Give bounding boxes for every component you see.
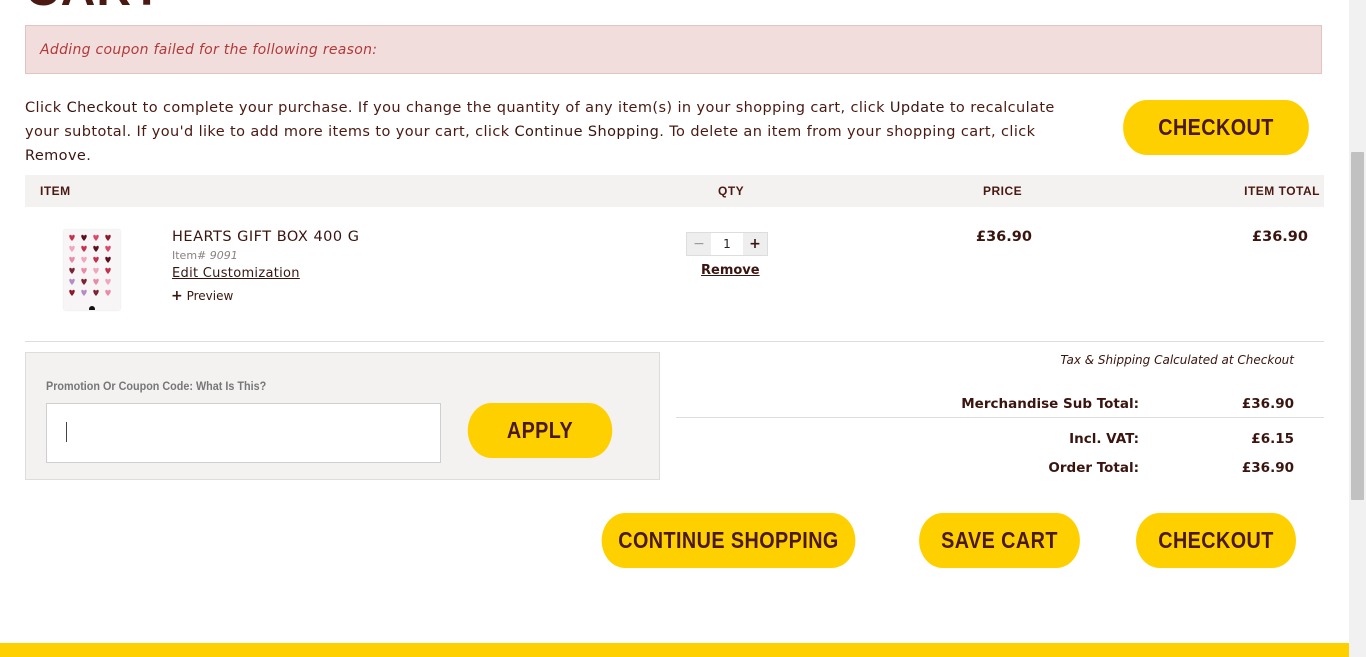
item-number: Item# 9091 (172, 249, 238, 262)
heart-shape (93, 267, 99, 274)
preview-toggle[interactable]: + Preview (171, 288, 233, 304)
heart-shape (93, 289, 99, 296)
instructions-text: Click (25, 100, 67, 116)
scrollbar-thumb[interactable] (1351, 152, 1364, 500)
product-thumbnail[interactable] (64, 230, 120, 312)
instructions-keyword-continue: Continue Shopping (514, 124, 660, 140)
save-cart-button[interactable]: SAVE CART (919, 513, 1080, 568)
subtotal-label: Merchandise Sub Total: (961, 396, 1139, 412)
summary-divider (676, 417, 1324, 418)
promo-label: Promotion Or Coupon Code: What Is This? (46, 379, 267, 393)
heart-shape (105, 289, 111, 296)
heart-shape (69, 289, 75, 296)
checkout-button-top[interactable]: CHECKOUT (1123, 100, 1309, 155)
heart-shape (69, 267, 75, 274)
header-item-total: ITEM TOTAL (1244, 184, 1320, 198)
heart-shape (69, 245, 75, 252)
heart-shape (105, 234, 111, 241)
heart-shape (81, 289, 87, 296)
heart-shape (81, 256, 87, 263)
instructions-text: . (86, 148, 92, 164)
vertical-scrollbar[interactable] (1349, 0, 1366, 657)
heart-shape (105, 267, 111, 274)
coupon-code-input[interactable] (46, 403, 441, 463)
heart-shape (105, 245, 111, 252)
row-divider (25, 341, 1324, 342)
instructions-text: . To delete an item from your shopping c… (659, 124, 1036, 140)
preview-label: Preview (186, 289, 234, 303)
continue-shopping-button[interactable]: CONTINUE SHOPPING (601, 513, 856, 568)
heart-shape (69, 234, 75, 241)
heart-shape (93, 234, 99, 241)
order-total-label: Order Total: (1048, 460, 1139, 476)
text-cursor (66, 422, 67, 442)
vat-label: Incl. VAT: (1069, 431, 1139, 447)
checkout-button-bottom[interactable]: CHECKOUT (1136, 513, 1296, 568)
qty-increment-button[interactable]: + (743, 233, 767, 255)
cart-instructions: Click Checkout to complete your purchase… (25, 96, 1085, 168)
instructions-keyword-update: Update (889, 100, 945, 116)
tax-shipping-note: Tax & Shipping Calculated at Checkout (1060, 353, 1294, 367)
hearts-image (69, 234, 111, 312)
heart-shape (93, 245, 99, 252)
qty-input[interactable]: 1 (711, 233, 743, 255)
item-number-value: 9091 (209, 249, 238, 262)
heart-shape (93, 278, 99, 285)
plus-icon: + (171, 288, 183, 304)
order-total-value: £36.90 (1241, 460, 1294, 476)
footer-bar (0, 643, 1349, 657)
remove-item-link[interactable]: Remove (701, 263, 760, 278)
header-price: PRICE (983, 184, 1023, 198)
heart-shape (69, 278, 75, 285)
instructions-keyword-checkout: Checkout (66, 100, 138, 116)
subtotal-value: £36.90 (1241, 396, 1294, 412)
cart-table-header: ITEM QTY PRICE ITEM TOTAL (25, 175, 1324, 207)
item-price: £36.90 (976, 229, 1032, 245)
product-name[interactable]: HEARTS GIFT BOX 400 G (172, 229, 359, 245)
heart-shape (93, 256, 99, 263)
edit-customization-link[interactable]: Edit Customization (172, 266, 300, 281)
error-alert: Adding coupon failed for the following r… (25, 25, 1322, 74)
vat-value: £6.15 (1251, 431, 1294, 447)
qty-decrement-button[interactable]: − (687, 233, 711, 255)
apply-coupon-button[interactable]: APPLY (467, 403, 613, 458)
header-qty: QTY (718, 184, 745, 198)
instructions-text: to complete your purchase. If you change… (137, 100, 890, 116)
heart-shape (81, 267, 87, 274)
quantity-stepper: − 1 + (686, 232, 768, 256)
item-number-label: Item# (172, 249, 207, 262)
heart-shape (81, 234, 87, 241)
instructions-keyword-remove: Remove (25, 148, 87, 164)
heart-shape (69, 256, 75, 263)
heart-shape (105, 278, 111, 285)
heart-shape (81, 245, 87, 252)
heart-shape (105, 256, 111, 263)
header-item: ITEM (40, 184, 71, 198)
page-title: CART (25, 0, 162, 17)
item-total: £36.90 (1252, 229, 1308, 245)
error-message: Adding coupon failed for the following r… (40, 42, 378, 58)
heart-shape (81, 278, 87, 285)
